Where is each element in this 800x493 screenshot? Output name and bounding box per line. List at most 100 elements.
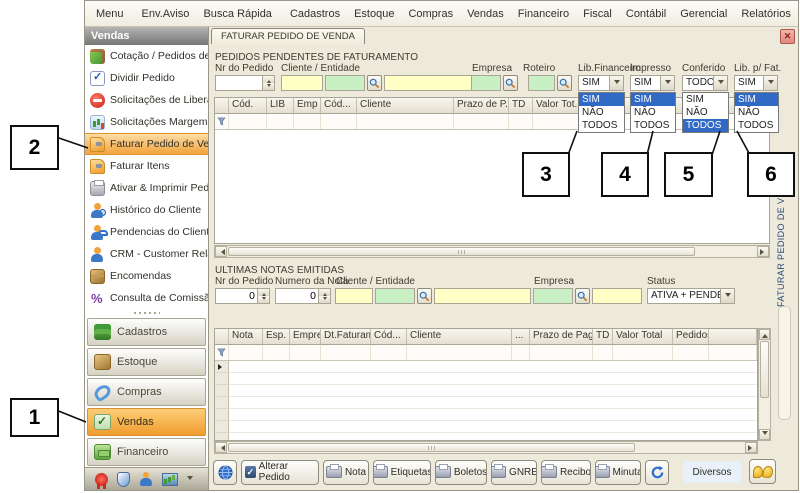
column-header-cliente[interactable]: Cliente <box>407 329 512 345</box>
dropdown-option-sim[interactable]: SIM <box>631 93 675 106</box>
cliente-codigo-input[interactable] <box>282 79 322 93</box>
scroll-down-icon[interactable] <box>759 429 770 440</box>
scrollbar-thumb[interactable] <box>228 247 695 256</box>
sidebar-item-encomendas[interactable]: Encomendas <box>85 265 208 287</box>
dropdown-option-todos[interactable]: TODOS <box>735 119 778 132</box>
filter-cell[interactable] <box>530 345 593 360</box>
filter-cell[interactable] <box>512 345 530 360</box>
spin-up-icon[interactable] <box>258 289 269 296</box>
nr-pedido-spinner[interactable] <box>215 75 275 91</box>
empresa-field[interactable] <box>471 75 501 91</box>
sidebar-group-cadastros[interactable]: Cadastros <box>87 318 206 346</box>
sidebar-item-consulta-comissao[interactable]: Consulta de Comissão <box>85 287 208 309</box>
chevron-down-icon[interactable] <box>609 76 623 90</box>
conferido-combobox[interactable]: TODOS <box>682 75 728 91</box>
notes-empresa-nome-field[interactable] <box>592 288 642 304</box>
scroll-right-icon[interactable] <box>745 442 757 453</box>
notes-nr-pedido-spinner[interactable] <box>215 288 270 304</box>
notes-empresa-nome-input[interactable] <box>593 292 641 306</box>
table-row[interactable] <box>215 397 757 409</box>
alterar-pedido-button[interactable]: ✓Alterar Pedido <box>241 460 319 485</box>
sidebar-group-estoque[interactable]: Estoque <box>87 348 206 376</box>
boletos-button[interactable]: Boletos <box>435 460 487 485</box>
empresa-search-button[interactable] <box>503 75 518 91</box>
notes-empresa-input[interactable] <box>534 292 572 306</box>
notes-cliente-search-button[interactable] <box>417 288 432 304</box>
tab-faturar-pedido-de-venda[interactable]: FATURAR PEDIDO DE VENDA <box>211 28 365 45</box>
sidebar-group-compras[interactable]: Compras <box>87 378 206 406</box>
dropdown-option-nao[interactable]: NÃO <box>631 106 675 119</box>
filter-cell[interactable] <box>321 114 357 129</box>
chevron-down-icon[interactable] <box>763 76 777 90</box>
menu-item-cadastros[interactable]: Cadastros <box>283 1 347 26</box>
filter-cell[interactable] <box>290 345 321 360</box>
column-header-cod2[interactable]: Cód... <box>321 98 357 114</box>
empresa-input[interactable] <box>472 79 500 93</box>
shield-icon[interactable] <box>117 472 130 487</box>
recibo-button[interactable]: Recibo <box>541 460 591 485</box>
menu-item-compras[interactable]: Compras <box>401 1 460 26</box>
scroll-left-icon[interactable] <box>215 246 227 257</box>
column-header-cod[interactable]: Cód... <box>371 329 407 345</box>
filter-funnel-cell[interactable] <box>215 345 229 360</box>
sidebar-item-ativar-imprimir[interactable]: Ativar & Imprimir Pedidos <box>85 177 208 199</box>
filter-cell[interactable] <box>673 345 709 360</box>
column-header-td[interactable]: TD <box>509 98 533 114</box>
notes-cliente-codigo-input[interactable] <box>336 292 372 306</box>
sidebar-item-dividir-pedido[interactable]: Dividir Pedido <box>85 67 208 89</box>
notes-grid-vscrollbar[interactable] <box>758 328 771 441</box>
nota-button[interactable]: Nota <box>323 460 369 485</box>
close-icon[interactable]: ✕ <box>780 29 795 44</box>
spin-down-icon[interactable] <box>258 296 269 303</box>
refresh-button[interactable] <box>645 460 669 485</box>
filter-cell[interactable] <box>371 345 407 360</box>
sidebar-splitter-handle[interactable] <box>85 309 208 317</box>
table-row[interactable] <box>215 385 757 397</box>
menu-item-financeiro[interactable]: Financeiro <box>511 1 576 26</box>
cliente-codigo-field[interactable] <box>281 75 323 91</box>
dropdown-option-todos[interactable]: TODOS <box>579 119 624 132</box>
filter-funnel-cell[interactable] <box>215 114 229 129</box>
column-header-cod[interactable]: Cód. <box>229 98 267 114</box>
spin-down-icon[interactable] <box>319 296 330 303</box>
dropdown-option-sim[interactable]: SIM <box>683 93 728 106</box>
spin-up-icon[interactable] <box>319 289 330 296</box>
roteiro-search-button[interactable] <box>557 75 572 91</box>
dropdown-option-sim[interactable]: SIM <box>735 93 778 106</box>
column-header-prazo[interactable]: Prazo de Pagame... <box>530 329 593 345</box>
award-icon[interactable] <box>95 473 108 486</box>
filter-cell[interactable] <box>509 114 533 129</box>
menu-item-menu[interactable]: Menu <box>89 1 131 26</box>
dropdown-option-sim[interactable]: SIM <box>579 93 624 106</box>
etiquetas-button[interactable]: Etiquetas <box>373 460 431 485</box>
notes-cliente-codigo-field[interactable] <box>335 288 373 304</box>
table-row[interactable] <box>215 409 757 421</box>
filter-cell[interactable] <box>229 114 267 129</box>
pending-grid-hscrollbar[interactable] <box>214 245 770 258</box>
minuta-button[interactable]: Minuta <box>595 460 641 485</box>
scroll-right-icon[interactable] <box>757 246 769 257</box>
dropdown-option-nao[interactable]: NÃO <box>683 106 728 119</box>
column-header-td[interactable]: TD <box>593 329 613 345</box>
cliente-search-button[interactable] <box>367 75 382 91</box>
menu-item-busca-rapida[interactable]: Busca Rápida <box>196 1 279 26</box>
filter-cell[interactable] <box>267 114 294 129</box>
diversos-search-button[interactable] <box>749 459 776 484</box>
notes-grid-hscrollbar[interactable] <box>214 441 758 454</box>
chevron-down-icon[interactable] <box>720 289 734 303</box>
notes-cliente-nome-field[interactable] <box>434 288 531 304</box>
notes-cliente-nome-input[interactable] <box>435 292 530 306</box>
column-header-esp[interactable]: Esp. <box>263 329 290 345</box>
dropdown-option-todos[interactable]: TODOS <box>631 119 675 132</box>
lib-financeiro-combobox[interactable]: SIM <box>578 75 624 91</box>
spin-up-icon[interactable] <box>263 76 274 83</box>
numero-nota-spinner[interactable] <box>275 288 331 304</box>
column-header-emp[interactable]: Emp <box>294 98 321 114</box>
chevron-down-icon[interactable] <box>713 76 727 90</box>
filter-cell[interactable] <box>407 345 512 360</box>
dropdown-option-nao[interactable]: NÃO <box>579 106 624 119</box>
numero-nota-input[interactable] <box>276 289 318 303</box>
sidebar-item-crm[interactable]: CRM - Customer Relations... <box>85 243 208 265</box>
cliente-nome-field[interactable] <box>384 75 479 91</box>
chevron-down-icon[interactable] <box>660 76 674 90</box>
